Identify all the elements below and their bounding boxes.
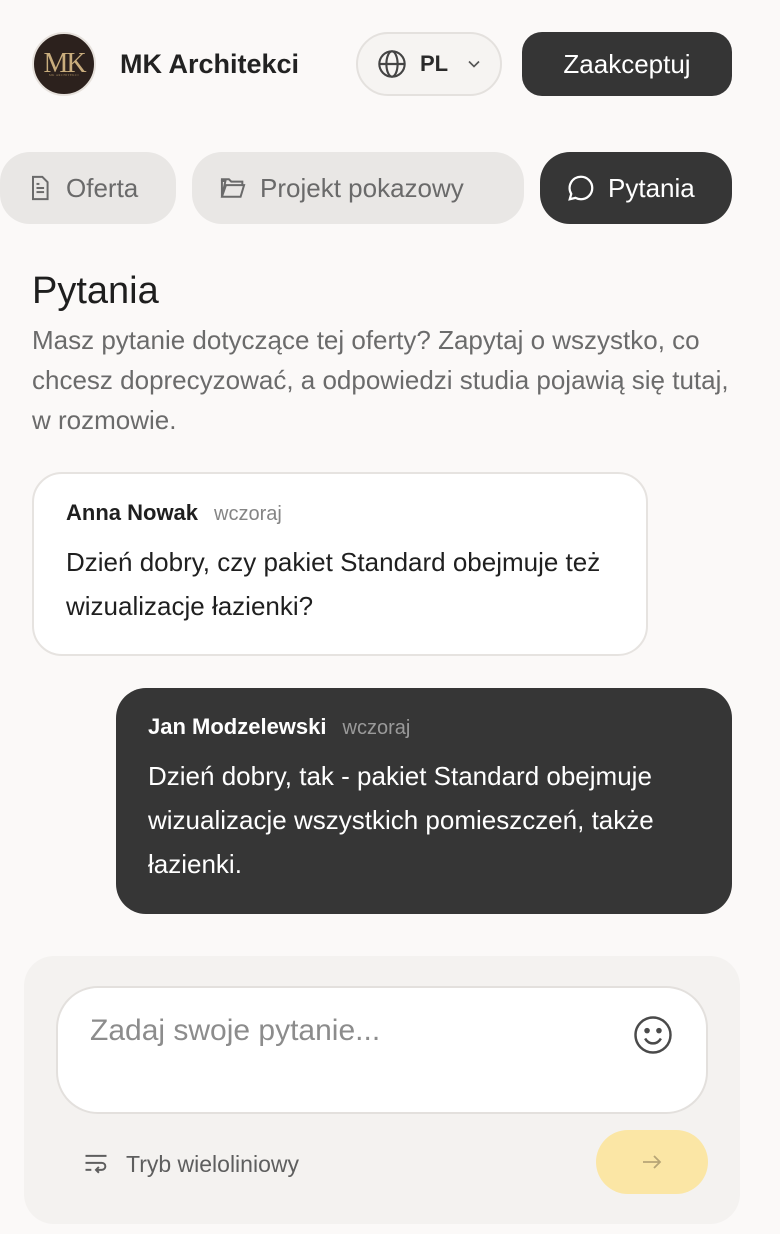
tab-label: Pytania <box>608 172 695 203</box>
question-input[interactable] <box>90 1014 610 1094</box>
accept-button[interactable]: Zaakceptuj <box>522 32 732 96</box>
message-meta: Anna Nowak wczoraj <box>66 500 614 526</box>
text-wrap-icon <box>85 1154 107 1174</box>
folder-icon <box>220 178 246 198</box>
tab-projekt-pokazowy[interactable]: Projekt pokazowy <box>192 152 524 224</box>
message-author: Jan Modzelewski <box>148 714 327 739</box>
header: MK MK ARCHITEKCI MK Architekci PL Zaakce… <box>32 32 732 96</box>
multiline-label: Tryb wieloliniowy <box>126 1150 299 1177</box>
tab-label: Oferta <box>66 172 139 203</box>
arrow-right-icon <box>643 1155 662 1169</box>
tab-oferta[interactable]: Oferta <box>0 152 176 224</box>
question-input-box <box>56 986 708 1114</box>
tab-label: Projekt pokazowy <box>260 172 464 203</box>
message-text: Dzień dobry, czy pakiet Standard obejmuj… <box>66 547 601 621</box>
message-time: wczoraj <box>342 717 411 739</box>
message-text: Dzień dobry, tak - pakiet Standard obejm… <box>148 761 654 879</box>
section-description: Masz pytanie dotyczące tej oferty? Zapyt… <box>32 325 729 435</box>
message-incoming: Anna Nowak wczoraj Dzień dobry, czy paki… <box>32 472 648 656</box>
chat-bubble-icon <box>568 175 594 201</box>
message-author: Anna Nowak <box>66 500 199 525</box>
logo-subtext: MK ARCHITEKCI <box>48 73 80 77</box>
language-code: PL <box>420 51 449 76</box>
tab-bar: Oferta Projekt pokazowy Pytania <box>0 152 780 224</box>
globe-icon <box>378 50 406 78</box>
emoji-icon[interactable] <box>632 1014 674 1056</box>
message-outgoing: Jan Modzelewski wczoraj Dzień dobry, tak… <box>116 688 732 914</box>
message-composer: Tryb wieloliniowy <box>24 956 740 1224</box>
language-selector[interactable]: PL <box>356 32 502 96</box>
section-title: Pytania <box>32 270 159 312</box>
brand-logo: MK MK ARCHITEKCI <box>32 32 96 96</box>
message-meta: Jan Modzelewski wczoraj <box>148 714 700 740</box>
multiline-toggle[interactable]: Tryb wieloliniowy <box>80 1144 299 1184</box>
brand-name: MK Architekci <box>120 48 300 79</box>
send-button[interactable] <box>596 1130 708 1194</box>
tab-pytania[interactable]: Pytania <box>540 152 732 224</box>
chevron-down-icon <box>468 60 480 68</box>
message-time: wczoraj <box>214 503 282 525</box>
document-icon <box>32 175 49 201</box>
